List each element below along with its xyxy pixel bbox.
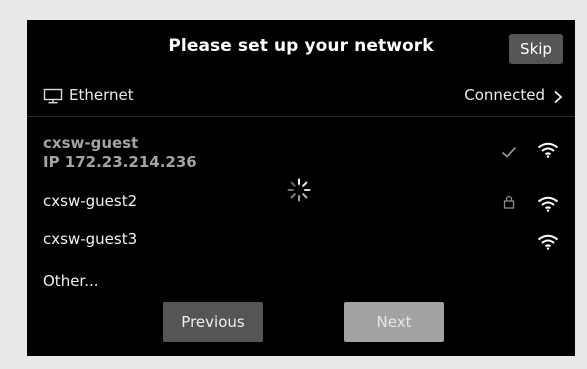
- wifi-icon: [537, 196, 559, 212]
- page-title: Please set up your network: [168, 36, 434, 56]
- other-network-item[interactable]: Other...: [27, 270, 575, 294]
- previous-button[interactable]: Previous: [163, 302, 263, 342]
- loading-spinner-icon: [287, 178, 311, 202]
- monitor-icon: [43, 88, 63, 104]
- ethernet-status: Connected: [464, 86, 545, 104]
- other-label: Other...: [43, 272, 99, 290]
- wifi-icon: [537, 234, 559, 250]
- network-ip: IP 172.23.214.236: [43, 153, 197, 171]
- wifi-network-item[interactable]: cxsw-guest IP 172.23.214.236: [27, 132, 575, 178]
- wifi-icon: [537, 142, 559, 158]
- lock-icon: [503, 195, 515, 209]
- chevron-right-icon: [554, 90, 563, 104]
- network-name: cxsw-guest2: [43, 192, 138, 210]
- wifi-network-item[interactable]: cxsw-guest3: [27, 228, 575, 254]
- divider: [27, 116, 575, 117]
- network-name: cxsw-guest: [43, 134, 139, 152]
- network-name: cxsw-guest3: [43, 230, 138, 248]
- ethernet-label: Ethernet: [69, 86, 134, 104]
- ethernet-row[interactable]: Ethernet Connected: [27, 84, 575, 116]
- skip-button[interactable]: Skip: [509, 34, 563, 64]
- network-setup-screen: Please set up your network Skip Ethernet…: [27, 20, 575, 356]
- check-icon: [501, 146, 517, 158]
- next-button[interactable]: Next: [344, 302, 444, 342]
